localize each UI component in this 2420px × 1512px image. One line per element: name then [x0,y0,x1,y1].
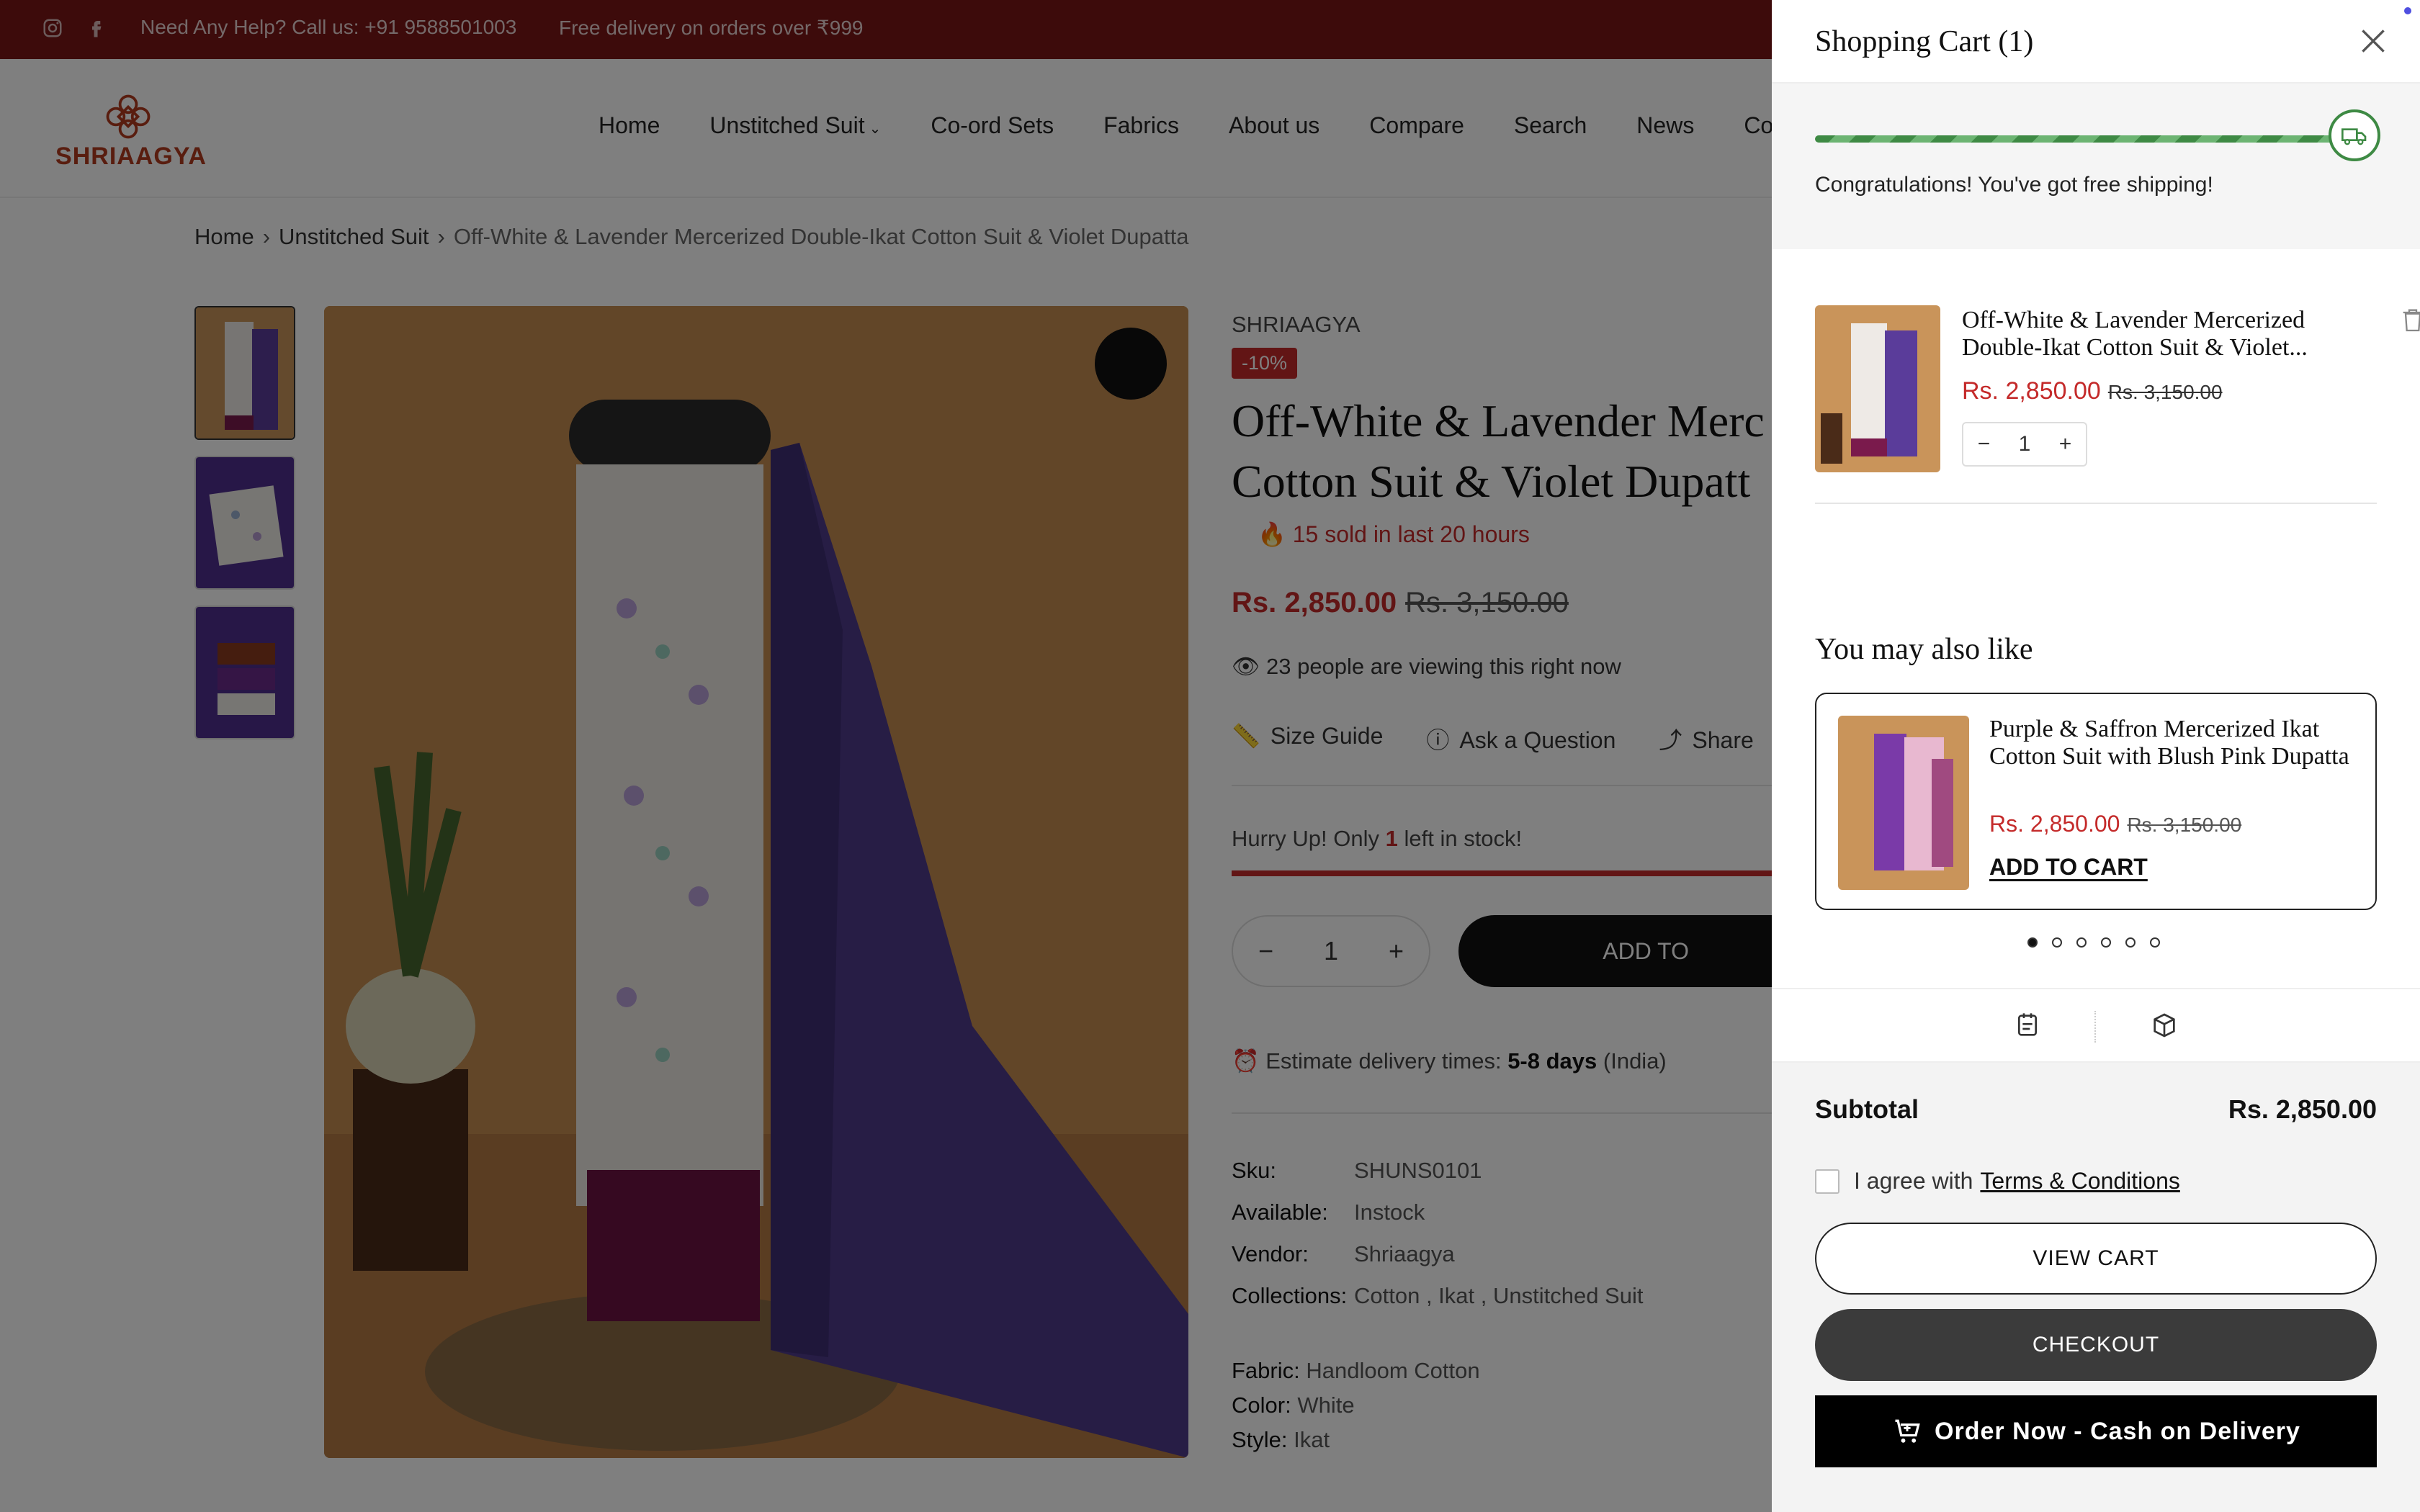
you-may-also-like-heading: You may also like [1815,633,2033,666]
subtotal-label: Subtotal [1815,1094,1919,1124]
subtotal-value: Rs. 2,850.00 [2228,1094,2377,1124]
carousel-dot[interactable] [2052,937,2062,948]
cart-item: Off-White & Lavender Mercerized Double-I… [1815,305,2420,504]
carousel-dot[interactable] [2076,937,2087,948]
view-cart-button[interactable]: VIEW CART [1815,1223,2377,1295]
recommended-compare-price: Rs. 3,150.00 [2127,814,2242,836]
terms-agreement: I agree with Terms & Conditions [1815,1168,2180,1194]
cart-title: Shopping Cart (1) [1815,25,2034,58]
cart-item-quantity[interactable]: 1 [2019,432,2031,456]
cart-item-compare-price: Rs. 3,150.00 [2107,381,2223,403]
cart-drawer: Shopping Cart (1) Congratulations! You'v… [1772,0,2420,1512]
truck-icon [2329,109,2380,161]
carousel-dot[interactable] [2101,937,2111,948]
free-shipping-panel: Congratulations! You've got free shippin… [1772,84,2420,249]
note-icon[interactable] [2013,1011,2042,1040]
carousel-dot[interactable] [2027,937,2038,948]
agree-text: I agree with [1854,1168,1973,1194]
carousel-pagination [2027,937,2160,948]
recommended-product-card: Purple & Saffron Mercerized Ikat Cotton … [1815,693,2377,910]
cart-footer: Subtotal Rs. 2,850.00 I agree with Terms… [1772,1063,2420,1512]
recommended-add-to-cart-link[interactable]: ADD TO CART [1989,854,2148,881]
cash-on-delivery-button[interactable]: Order Now - Cash on Delivery [1815,1395,2377,1467]
checkout-button[interactable]: CHECKOUT [1815,1309,2377,1381]
carousel-dot[interactable] [2150,937,2160,948]
terms-checkbox[interactable] [1815,1169,1839,1194]
recommended-sale-price: Rs. 2,850.00 [1989,811,2120,837]
trash-icon[interactable] [2398,305,2420,334]
drawer-backdrop[interactable] [0,0,1772,1512]
cash-on-delivery-label: Order Now - Cash on Delivery [1935,1417,2300,1445]
plus-icon[interactable]: + [2059,432,2072,456]
cart-tools [1772,988,2420,1063]
recommended-product-price: Rs. 2,850.00 Rs. 3,150.00 [1989,811,2241,837]
free-shipping-progress [1815,135,2362,143]
terms-link[interactable]: Terms & Conditions [1980,1168,2179,1194]
cart-header: Shopping Cart (1) [1772,0,2420,84]
cart-item-name[interactable]: Off-White & Lavender Mercerized Double-I… [1962,307,2336,361]
close-icon[interactable] [2355,23,2391,59]
recommended-product-image[interactable] [1838,716,1969,890]
shopping-cart-icon [1895,1419,1920,1443]
recommended-product-name[interactable]: Purple & Saffron Mercerized Ikat Cotton … [1989,716,2364,770]
cart-item-price: Rs. 2,850.00 Rs. 3,150.00 [1962,377,2223,405]
divider [2094,1011,2096,1043]
box-icon[interactable] [2150,1011,2179,1040]
minus-icon[interactable]: − [1978,432,1991,456]
cart-item-quantity-stepper: − 1 + [1962,422,2087,467]
notification-dot [2404,7,2411,14]
cart-item-image[interactable] [1815,305,1940,472]
cart-item-sale-price: Rs. 2,850.00 [1962,377,2101,405]
free-shipping-message: Congratulations! You've got free shippin… [1815,173,2213,197]
carousel-dot[interactable] [2125,937,2136,948]
